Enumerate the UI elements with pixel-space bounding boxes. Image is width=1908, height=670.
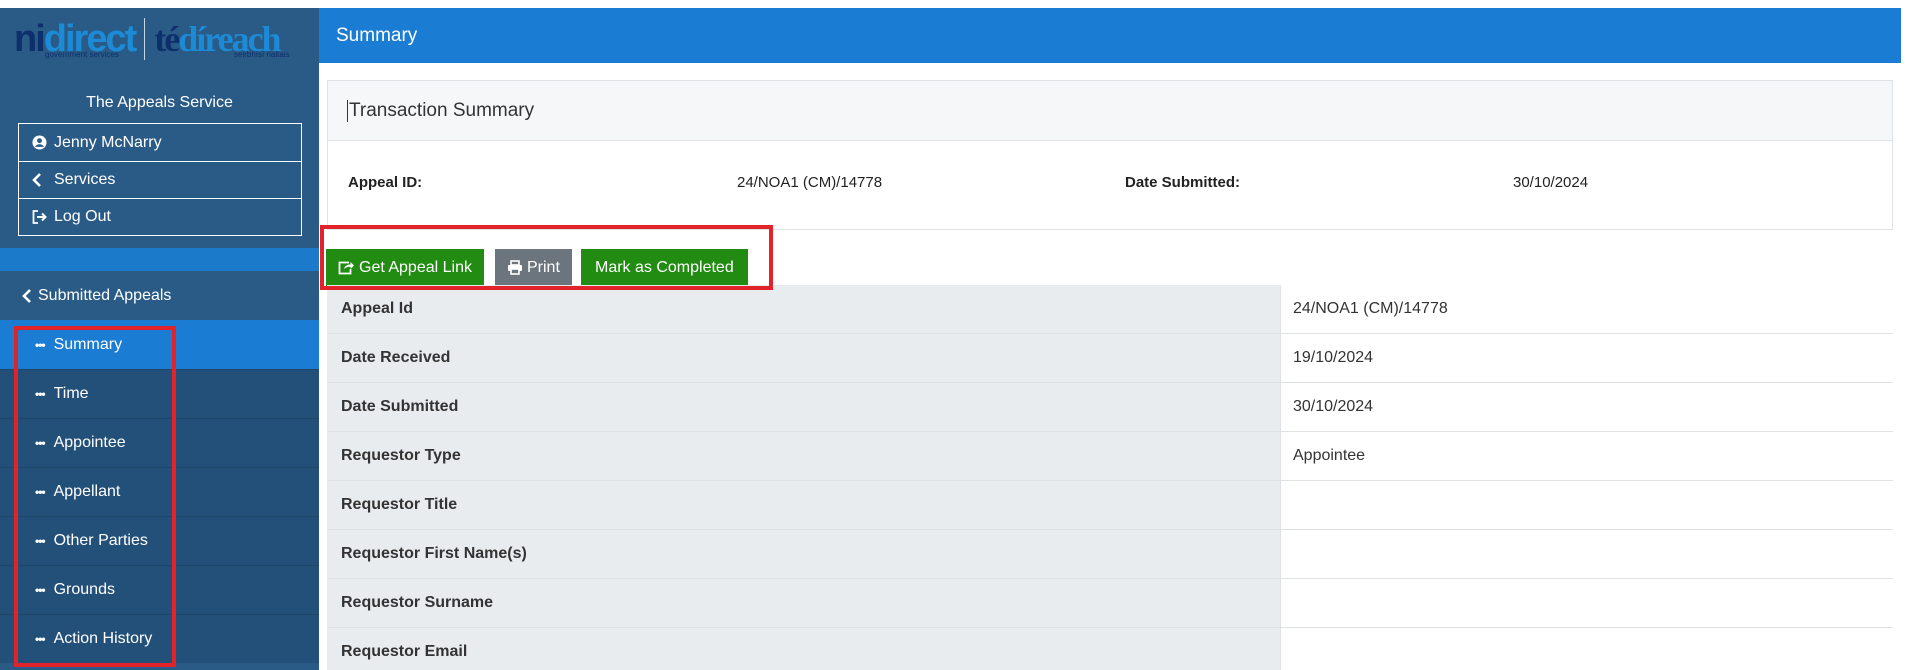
services-label: Services xyxy=(54,171,116,188)
mark-as-completed-button[interactable]: Mark as Completed xyxy=(581,249,748,286)
window-edge xyxy=(1901,0,1908,670)
submitted-appeals-link[interactable]: Submitted Appeals xyxy=(0,271,319,320)
table-row: Requestor Type Appointee xyxy=(327,432,1893,481)
ellipsis-icon: ••• xyxy=(35,583,46,597)
appeal-id-value: 24/NOA1 (CM)/14778 xyxy=(737,174,883,191)
row-label: Date Submitted xyxy=(327,383,1281,431)
sidebar-item-label: Action History xyxy=(53,630,153,647)
ellipsis-icon: ••• xyxy=(35,337,46,352)
sidebar-item-time[interactable]: ••• Time xyxy=(0,369,319,418)
sidebar-item-label: Appointee xyxy=(53,434,126,451)
printer-icon xyxy=(507,260,523,275)
row-value: 30/10/2024 xyxy=(1281,383,1893,431)
ellipsis-icon: ••• xyxy=(35,436,46,450)
get-appeal-link-button[interactable]: Get Appeal Link xyxy=(326,249,484,286)
logo-divider xyxy=(144,18,146,60)
row-label: Requestor Surname xyxy=(327,579,1281,627)
appeal-details-table: Appeal Id 24/NOA1 (CM)/14778 Date Receiv… xyxy=(327,285,1893,670)
date-submitted-value: 30/10/2024 xyxy=(1513,174,1589,191)
sidebar-item-label: Appellant xyxy=(53,483,121,500)
logo-ni-text: ni xyxy=(14,18,46,60)
sidebar-item-label: Other Parties xyxy=(53,532,148,549)
sidebar-item-label: Grounds xyxy=(53,581,115,598)
page-header: Summary xyxy=(319,8,1901,63)
print-button[interactable]: Print xyxy=(495,249,572,286)
share-icon xyxy=(338,260,355,275)
sidebar-item-summary[interactable]: ••• Summary xyxy=(0,320,319,369)
get-appeal-link-label: Get Appeal Link xyxy=(359,258,472,276)
mark-as-completed-label: Mark as Completed xyxy=(595,258,734,276)
row-value: 24/NOA1 (CM)/14778 xyxy=(1281,285,1893,333)
date-submitted-label: Date Submitted: xyxy=(1125,174,1241,191)
ellipsis-icon: ••• xyxy=(35,632,46,646)
card-body: Appeal ID: 24/NOA1 (CM)/14778 Date Submi… xyxy=(328,141,1892,230)
page-title: Summary xyxy=(336,24,418,46)
print-label: Print xyxy=(527,258,560,276)
sidebar-item-appellant[interactable]: ••• Appellant xyxy=(0,467,319,516)
table-row: Date Received 19/10/2024 xyxy=(327,334,1893,383)
row-label: Requestor Type xyxy=(327,432,1281,480)
card-header: Transaction Summary xyxy=(328,81,1892,141)
sidebar-item-action-history[interactable]: ••• Action History xyxy=(0,614,319,663)
card-title: Transaction Summary xyxy=(349,99,535,121)
row-label: Appeal Id xyxy=(327,285,1281,333)
row-label: Requestor First Name(s) xyxy=(327,530,1281,578)
row-value: 19/10/2024 xyxy=(1281,334,1893,382)
ellipsis-icon: ••• xyxy=(35,485,46,499)
row-value: Appointee xyxy=(1281,432,1893,480)
sidebar-item-label: Summary xyxy=(53,335,123,353)
sidebar-item-other-parties[interactable]: ••• Other Parties xyxy=(0,516,319,565)
sidebar-nav: ••• Summary ••• Time ••• Appointee ••• A… xyxy=(0,320,319,663)
table-row: Date Submitted 30/10/2024 xyxy=(327,383,1893,432)
row-label: Requestor Email xyxy=(327,628,1281,670)
appeal-id-label: Appeal ID: xyxy=(348,174,423,191)
log-out-link[interactable]: Log Out xyxy=(19,198,301,235)
table-row: Requestor First Name(s) xyxy=(327,530,1893,579)
ellipsis-icon: ••• xyxy=(35,387,46,401)
row-value xyxy=(1281,481,1893,529)
service-name: The Appeals Service xyxy=(86,94,233,111)
table-row: Requestor Title xyxy=(327,481,1893,530)
user-name: Jenny McNarry xyxy=(54,133,162,151)
row-value xyxy=(1281,579,1893,627)
table-row: Appeal Id 24/NOA1 (CM)/14778 xyxy=(327,285,1893,334)
row-label: Requestor Title xyxy=(327,481,1281,529)
main-content: Transaction Summary Appeal ID: 24/NOA1 (… xyxy=(319,63,1901,670)
sidebar: nidirect tédíreach government services s… xyxy=(0,8,319,670)
user-menu: Jenny McNarry Services Log Out xyxy=(18,123,302,236)
user-circle-icon xyxy=(32,135,50,150)
nidirect-logo[interactable]: nidirect tédíreach government services s… xyxy=(0,8,319,70)
transaction-summary-card: Transaction Summary Appeal ID: 24/NOA1 (… xyxy=(327,80,1893,230)
sidebar-item-label: Time xyxy=(53,385,89,402)
row-value xyxy=(1281,628,1893,670)
sign-out-icon xyxy=(32,210,50,224)
text-cursor xyxy=(347,99,348,122)
row-label: Date Received xyxy=(327,334,1281,382)
log-out-label: Log Out xyxy=(54,208,111,225)
app-window: nidirect tédíreach government services s… xyxy=(0,0,1908,670)
services-link[interactable]: Services xyxy=(19,161,301,198)
ellipsis-icon: ••• xyxy=(35,534,46,548)
table-row: Requestor Email xyxy=(327,628,1893,670)
logo-subtitle-ga: seirbhísí rialtais xyxy=(234,50,290,59)
user-profile-link[interactable]: Jenny McNarry xyxy=(19,124,301,161)
sidebar-item-appointee[interactable]: ••• Appointee xyxy=(0,418,319,467)
sidebar-item-grounds[interactable]: ••• Grounds xyxy=(0,565,319,614)
logo-te-text: té xyxy=(154,19,180,59)
chevron-left-icon xyxy=(22,288,32,303)
table-row: Requestor Surname xyxy=(327,579,1893,628)
row-value xyxy=(1281,530,1893,578)
submitted-appeals-label: Submitted Appeals xyxy=(38,286,172,304)
chevron-left-icon xyxy=(32,173,50,187)
logo-subtitle-en: government services xyxy=(45,50,119,59)
sidebar-divider-band xyxy=(0,248,319,271)
